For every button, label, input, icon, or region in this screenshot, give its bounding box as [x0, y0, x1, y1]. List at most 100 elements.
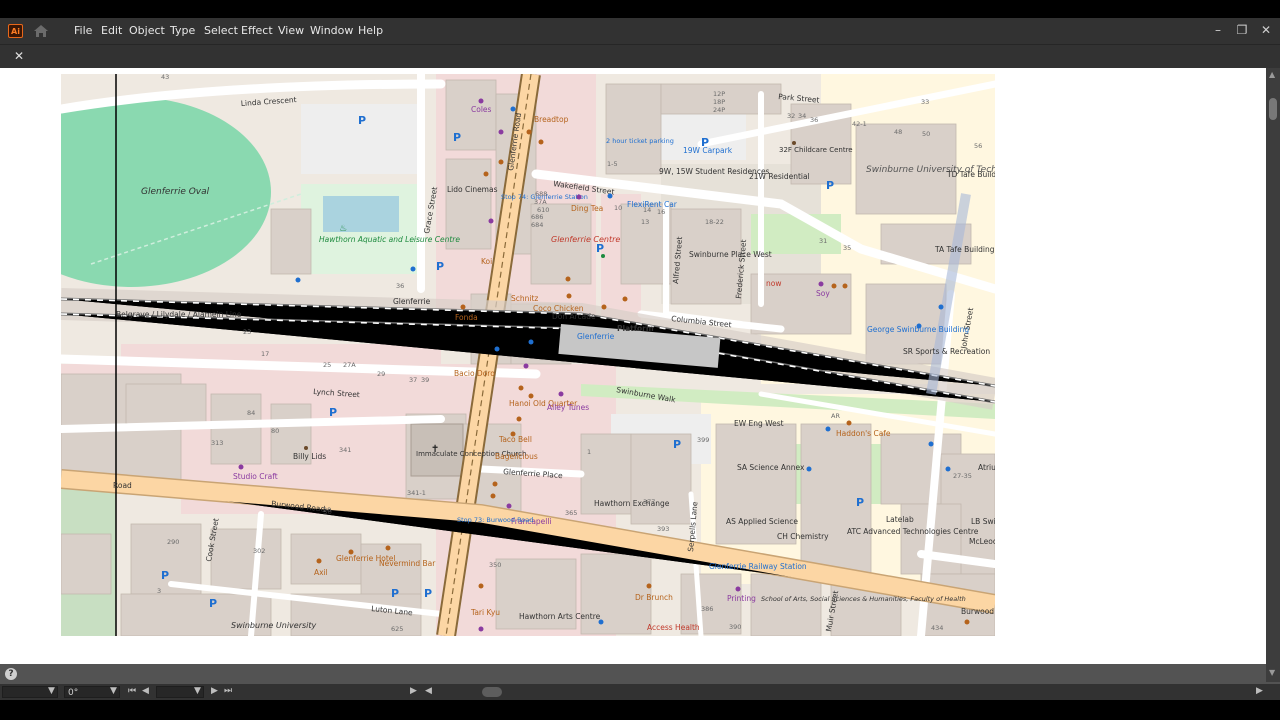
rotation-dropdown-icon[interactable]: ▼: [110, 686, 117, 696]
document-canvas[interactable]: PP PP PP PP PP PP P Linda Crescent Glenf…: [0, 68, 1266, 664]
label-schnitz: Schnitz: [511, 294, 538, 303]
label-dr-brunch: Dr Brunch: [635, 593, 673, 602]
num-32: 32: [787, 112, 795, 120]
label-atrium: Atriu: [978, 463, 995, 472]
label-as-applied-science: AS Applied Science: [726, 517, 798, 526]
num-37: 37: [409, 376, 417, 384]
num-36: 36: [396, 282, 404, 290]
label-sr-sports: SR Sports & Recreation: [903, 347, 990, 356]
restore-icon[interactable]: ❐: [1232, 21, 1252, 39]
svg-text:P: P: [673, 438, 681, 451]
menu-edit[interactable]: Edit: [101, 24, 122, 37]
label-glenferrie-station: Glenferrie: [577, 332, 615, 341]
num-42-1: 42-1: [852, 120, 867, 128]
label-rail-line-1: Belgrave / Lilydale / Alamein Line: [116, 310, 242, 319]
menu-help[interactable]: Help: [358, 24, 383, 37]
label-axil: Axil: [314, 568, 328, 577]
zoom-dropdown-icon[interactable]: ▼: [48, 686, 55, 696]
label-platform: Platform: [617, 324, 654, 333]
num-12p: 12P: [713, 90, 725, 98]
num-50: 50: [922, 130, 930, 138]
num-18p: 18P: [713, 98, 725, 106]
scroll-left-icon[interactable]: ◀: [425, 686, 432, 696]
num-30: 30: [323, 508, 332, 516]
menu-view[interactable]: View: [278, 24, 304, 37]
num-625: 625: [391, 625, 403, 633]
close-tab-icon[interactable]: ✕: [14, 49, 24, 63]
svg-text:P: P: [856, 496, 864, 509]
label-road: Road: [113, 481, 132, 490]
next-artboard-icon[interactable]: ▶: [211, 686, 218, 696]
num-686: 686: [531, 213, 543, 221]
artboard-map[interactable]: PP PP PP PP PP PP P Linda Crescent Glenf…: [61, 74, 995, 636]
num-393: 393: [657, 525, 669, 533]
label-childcare: 32F Childcare Centre: [779, 146, 853, 154]
help-icon[interactable]: ?: [5, 668, 17, 680]
label-glenferrie-railway-station: Glenferrie Railway Station: [709, 562, 807, 571]
previous-artboard-icon[interactable]: ◀: [142, 686, 149, 696]
num-350: 350: [489, 561, 501, 569]
last-artboard-icon[interactable]: ⏭: [224, 686, 232, 696]
svg-text:P: P: [358, 114, 366, 127]
document-tab-bar: ✕: [0, 44, 1280, 69]
menu-effect[interactable]: Effect: [241, 24, 273, 37]
num-48: 48: [894, 128, 902, 136]
menu-file[interactable]: File: [74, 24, 92, 37]
label-ch-chemistry: CH Chemistry: [777, 532, 829, 541]
num-33: 33: [921, 98, 929, 106]
num-29: 29: [377, 370, 385, 378]
close-window-icon[interactable]: ✕: [1256, 21, 1276, 39]
menu-object[interactable]: Object: [129, 24, 165, 37]
num-23: 23: [243, 328, 251, 336]
num-13: 13: [641, 218, 649, 226]
label-hawthorn-exchange: Hawthorn Exchange: [594, 499, 670, 508]
menu-select[interactable]: Select: [204, 24, 238, 37]
num-36: 36: [810, 116, 818, 124]
label-lido-cinemas: Lido Cinemas: [447, 185, 498, 194]
scroll-down-icon[interactable]: ▼: [1269, 668, 1275, 677]
num-399: 399: [697, 436, 709, 444]
num-16: 16: [657, 208, 665, 216]
num-14: 14: [643, 206, 651, 214]
num-35: 35: [843, 244, 851, 252]
vertical-scrollbar[interactable]: ▲ ▼: [1266, 68, 1280, 682]
num-302: 302: [253, 547, 265, 555]
num-43: 43: [161, 74, 169, 81]
label-coco-chicken: Coco Chicken: [533, 304, 584, 313]
label-alley-tunes: Alley Tunes: [547, 403, 589, 412]
minimize-icon[interactable]: –: [1208, 21, 1228, 39]
label-swinburne-university-2: Swinburne University: [231, 621, 317, 630]
num-27-35: 27-35: [953, 472, 972, 480]
label-hawthorn-arts-centre: Hawthorn Arts Centre: [519, 612, 601, 621]
num-31: 31: [819, 237, 827, 245]
vertical-scroll-thumb[interactable]: [1269, 98, 1277, 120]
menu-type[interactable]: Type: [170, 24, 195, 37]
scroll-up-icon[interactable]: ▲: [1269, 70, 1275, 79]
status-menu-icon[interactable]: ▶: [410, 686, 417, 696]
label-21w-residential: 21W Residential: [749, 172, 810, 181]
bottom-strip: [0, 700, 1280, 720]
svg-text:♨: ♨: [339, 224, 347, 234]
svg-text:P: P: [826, 179, 834, 192]
menu-window[interactable]: Window: [310, 24, 353, 37]
label-aquatic-centre: Hawthorn Aquatic and Leisure Centre: [319, 235, 460, 244]
horizontal-scroll-thumb[interactable]: [482, 687, 502, 697]
num-10: 10: [614, 204, 622, 212]
label-billy-lids: Billy Lids: [293, 452, 326, 461]
num-17: 17: [261, 350, 269, 358]
label-school-of-arts: School of Arts, Social Sciences & Humani…: [761, 595, 966, 603]
artboard-dropdown-icon[interactable]: ▼: [194, 686, 201, 696]
status-bar: ▼ 0° ▼ ⏮ ◀ ▼ ▶ ⏭ ▶ ◀ ▶: [0, 684, 1280, 700]
first-artboard-icon[interactable]: ⏮: [128, 686, 136, 696]
illustrator-logo-icon: Ai: [8, 24, 23, 38]
num-ar: AR: [831, 412, 840, 420]
num-365: 365: [565, 509, 577, 517]
home-icon[interactable]: [32, 23, 50, 39]
num-341: 341: [339, 446, 351, 454]
label-nevermind-bar: Nevermind Bar: [379, 559, 436, 568]
map-illustration: PP PP PP PP PP PP P Linda Crescent Glenf…: [61, 74, 995, 636]
scroll-right-icon[interactable]: ▶: [1256, 686, 1263, 696]
label-access-health: Access Health: [647, 623, 700, 632]
svg-text:P: P: [436, 260, 444, 273]
label-koi: Koi: [481, 257, 492, 266]
